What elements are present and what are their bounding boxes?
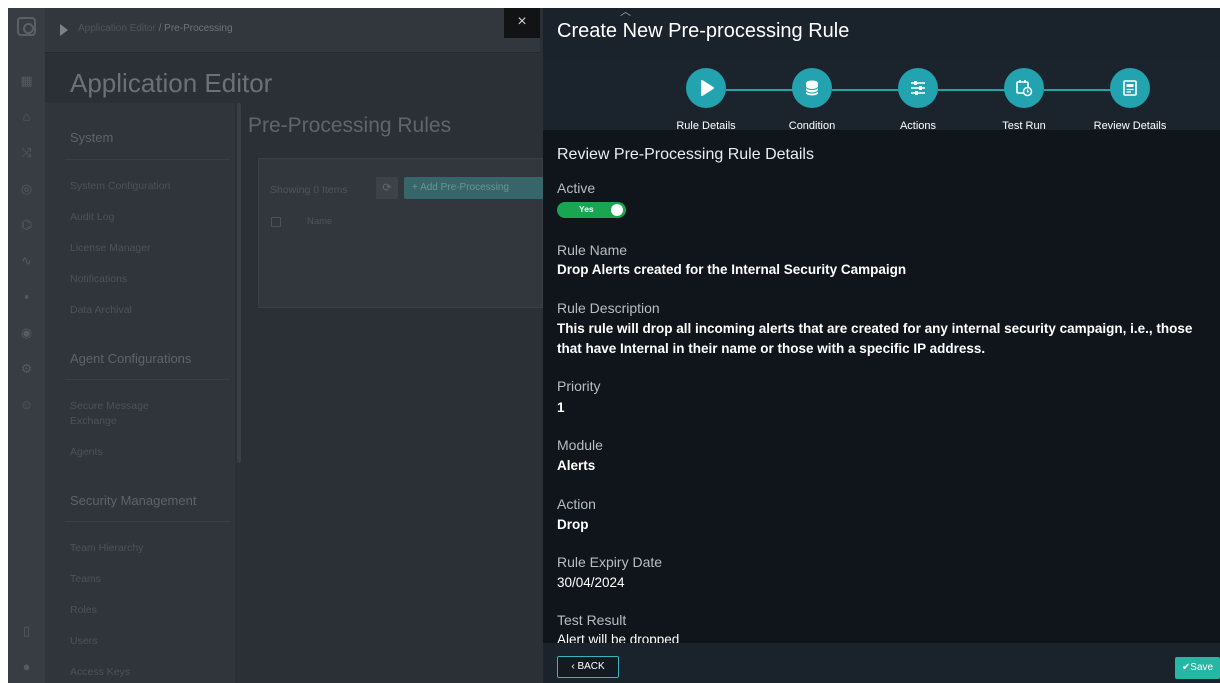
panel-header: ︿ Create New Pre-processing Rule [543, 8, 1220, 58]
user-avatar-icon[interactable]: ● [18, 658, 35, 675]
target-icon[interactable]: ◉ [18, 324, 35, 341]
priority-label: Priority [557, 378, 601, 394]
review-title: Review Pre-Processing Rule Details [557, 146, 814, 163]
incidents-icon[interactable]: ⌂ [18, 108, 35, 125]
expiry-date-value: 30/04/2024 [557, 575, 625, 590]
column-header-name[interactable]: Name [307, 216, 332, 227]
sidebar-item[interactable]: Notifications [70, 272, 127, 287]
section-title: Pre-Processing Rules [248, 114, 452, 137]
sidebar-scrollbar[interactable] [237, 103, 241, 463]
toggle-value: Yes [579, 204, 594, 214]
sidebar-item[interactable]: Users [70, 634, 97, 649]
document-icon [1123, 80, 1137, 96]
app-logo-icon[interactable] [17, 17, 36, 36]
rule-name-label: Rule Name [557, 242, 628, 258]
sidebar-item[interactable]: Teams [70, 572, 101, 587]
rule-name-value: Drop Alerts created for the Internal Sec… [557, 262, 907, 277]
action-label: Action [557, 496, 596, 512]
trash-icon[interactable]: ▯ [18, 622, 35, 639]
expand-icon[interactable] [60, 24, 68, 36]
review-content[interactable]: Review Pre-Processing Rule Details Activ… [543, 130, 1220, 643]
add-rule-button[interactable]: + Add Pre-Processing [404, 177, 544, 199]
building-icon[interactable]: ⌬ [18, 216, 35, 233]
close-panel-button[interactable]: × [504, 8, 540, 38]
panel-title: Create New Pre-processing Rule [557, 20, 850, 42]
dashboard-icon[interactable]: ▦ [18, 72, 35, 89]
sliders-icon [911, 81, 925, 95]
step-actions[interactable] [898, 68, 938, 108]
test-result-value: Alert will be dropped [557, 632, 680, 643]
sidebar-item[interactable]: Data Archival [70, 303, 132, 318]
collapse-icon[interactable]: ︿ [620, 8, 631, 19]
step-rule-details[interactable] [686, 68, 726, 108]
active-label: Active [557, 180, 596, 196]
settings-sidebar: System System Configuration Audit Log Li… [45, 103, 241, 683]
create-rule-panel: ︿ Create New Pre-processing Rule Rule De… [543, 8, 1220, 683]
refresh-button[interactable]: ⟳ [376, 177, 398, 199]
sidebar-item[interactable]: Agents [70, 445, 103, 460]
sidebar-item[interactable]: Secure Message Exchange [70, 399, 170, 429]
step-test-run[interactable] [1004, 68, 1044, 108]
priority-value: 1 [557, 400, 565, 415]
breadcrumb-app[interactable]: Application Editor [78, 23, 156, 34]
action-value: Drop [557, 517, 589, 532]
page-title: Application Editor [70, 68, 273, 98]
calendar-clock-icon [1016, 80, 1033, 97]
play-icon [701, 80, 714, 96]
sidebar-item[interactable]: Roles [70, 603, 97, 618]
rule-description-value: This rule will drop all incoming alerts … [557, 321, 1193, 356]
shuffle-icon[interactable]: ⤨ [18, 144, 35, 161]
items-count: Showing 0 Items [270, 184, 348, 196]
section-system: System [70, 130, 114, 145]
rules-card: Showing 0 Items ⟳ + Add Pre-Processing N… [258, 158, 544, 308]
panel-footer: ‹ BACK ✔Save [543, 643, 1220, 683]
rule-description-label: Rule Description [557, 300, 660, 316]
section-security: Security Management [70, 493, 197, 508]
expiry-date-label: Rule Expiry Date [557, 554, 663, 570]
step-review-details[interactable] [1110, 68, 1150, 108]
back-button[interactable]: ‹ BACK [557, 656, 619, 678]
breadcrumb-page: Pre-Processing [164, 23, 233, 34]
section-agent: Agent Configurations [70, 351, 192, 366]
sidebar-item[interactable]: License Manager [70, 241, 151, 256]
sidebar-item[interactable]: Audit Log [70, 210, 114, 225]
database-icon [805, 80, 819, 96]
save-button[interactable]: ✔Save [1175, 657, 1220, 679]
icon-rail: ▦ ⌂ ⤨ ◎ ⌬ ∿ ▪ ◉ ⚙ ☺ ▯ ● [8, 8, 45, 683]
module-label: Module [557, 437, 603, 453]
app-window: ▦ ⌂ ⤨ ◎ ⌬ ∿ ▪ ◉ ⚙ ☺ ▯ ● Application Edit… [8, 8, 1220, 683]
settings-icon[interactable]: ⚙ [18, 360, 35, 377]
users-icon[interactable]: ☺ [18, 396, 35, 413]
apps-grid-icon[interactable]: ▪ [18, 288, 35, 305]
compass-icon[interactable]: ◎ [18, 180, 35, 197]
step-condition[interactable] [792, 68, 832, 108]
sidebar-item[interactable]: Access Keys [70, 665, 130, 680]
active-toggle[interactable]: Yes [557, 202, 626, 218]
module-value: Alerts [557, 458, 596, 473]
test-result-label: Test Result [557, 612, 627, 628]
breadcrumb: Application Editor / Pre-Processing [78, 23, 233, 34]
top-bar: Application Editor / Pre-Processing [45, 8, 540, 53]
analytics-icon[interactable]: ∿ [18, 252, 35, 269]
sidebar-item[interactable]: Team Hierarchy [70, 541, 144, 556]
select-all-checkbox[interactable] [271, 217, 281, 227]
sidebar-item[interactable]: System Configuration [70, 179, 170, 194]
